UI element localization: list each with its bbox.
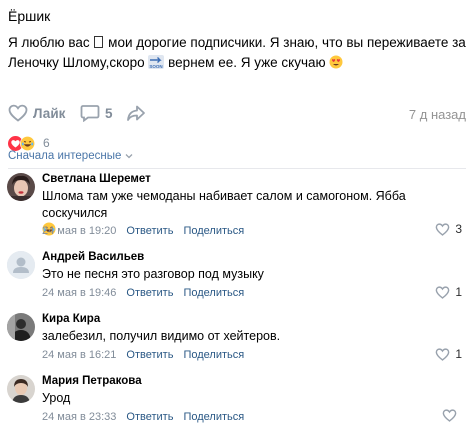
comment-item: Светлана Шеремет Шлома там уже чемоданы … [0,170,470,242]
share-link[interactable]: Поделиться [183,349,244,361]
comment-date[interactable]: 24 мая в 19:20 [42,225,116,237]
comment-author[interactable]: Андрей Васильев [42,251,144,263]
comment-like-button[interactable]: 3 [435,222,462,236]
post-text-part3: вернем ее. Я уже скучаю [164,55,330,70]
comment-like-count: 3 [455,222,462,236]
comment-like-count: 1 [455,347,462,361]
reactions-count: 6 [43,136,50,150]
share-link[interactable]: Поделиться [183,411,244,423]
post-text: Я люблю вас мои дорогие подписчики. Я зн… [8,33,466,73]
avatar[interactable] [7,173,35,201]
like-button[interactable]: Лайк [8,104,65,122]
comment-icon [80,105,100,122]
post-author[interactable]: Ёршик [8,8,50,24]
comment-like-button[interactable]: 1 [435,285,462,299]
comments-button[interactable]: 5 [80,104,113,122]
avatar-photo-icon [7,313,35,341]
comment-item: Андрей Васильев Это не песня это разгово… [0,250,470,306]
comment-like-count: 1 [455,285,462,299]
heart-outline-icon [435,347,450,361]
comment-like-button[interactable]: 1 [435,347,462,361]
share-icon [127,105,145,121]
svg-text:SOON: SOON [150,64,163,69]
heart-outline-icon [435,222,450,236]
missing-glyph-icon [94,36,104,48]
heart-outline-icon [8,104,28,122]
comment-item: Кира Кира залебезил, получил видимо от х… [0,312,470,368]
comment-text-content: Шлома там уже чемоданы набивает салом и … [42,189,406,220]
comments-count: 5 [105,105,113,121]
laugh-reaction-icon [20,135,35,151]
comment-date[interactable]: 24 мая в 16:21 [42,349,116,361]
share-link[interactable]: Поделиться [183,225,244,237]
comment-item: Мария Петракова Урод 24 мая в 23:33 Ответ… [0,374,470,426]
avatar[interactable] [7,251,35,279]
comment-author[interactable]: Кира Кира [42,313,100,325]
comment-date[interactable]: 24 мая в 19:46 [42,287,116,299]
reply-link[interactable]: Ответить [126,225,173,237]
chevron-down-icon [125,154,133,159]
comment-date[interactable]: 24 мая в 23:33 [42,411,116,423]
avatar[interactable] [7,375,35,403]
heart-outline-icon [442,409,457,422]
sort-divider [8,168,466,169]
avatar-photo-icon [7,173,35,201]
post-text-part1: Я люблю вас [8,35,94,50]
comment-author[interactable]: Мария Петракова [42,375,142,387]
post-time: 7 д назад [408,107,466,122]
comment-meta: 24 мая в 19:20 Ответить Поделиться [42,225,244,237]
sort-label: Сначала интересные [8,150,122,162]
comment-meta: 24 мая в 19:46 Ответить Поделиться [42,287,244,299]
heart-eyes-emoji-icon [329,55,343,69]
share-link[interactable]: Поделиться [183,287,244,299]
like-label: Лайк [33,105,66,121]
reply-link[interactable]: Ответить [126,411,173,423]
heart-outline-icon [435,285,450,299]
comment-text: Урод [42,391,71,405]
post-actions: Лайк 5 7 д назад [8,104,466,128]
comment-like-button[interactable] [442,409,462,422]
reply-link[interactable]: Ответить [126,287,173,299]
comment-text: залебезил, получил видимо от хейтеров. [42,329,281,343]
comment-author[interactable]: Светлана Шеремет [42,173,151,185]
reply-link[interactable]: Ответить [126,349,173,361]
share-button[interactable] [126,104,146,122]
comment-text: Это не песня это разговор под музыку [42,267,264,281]
avatar-photo-icon [7,375,35,403]
soon-arrow-icon: SOON [148,55,165,69]
comment-meta: 24 мая в 23:33 Ответить Поделиться [42,411,244,423]
default-user-icon [7,251,35,279]
avatar[interactable] [7,313,35,341]
comment-meta: 24 мая в 16:21 Ответить Поделиться [42,349,244,361]
comments-sort-dropdown[interactable]: Сначала интересные [8,150,133,162]
